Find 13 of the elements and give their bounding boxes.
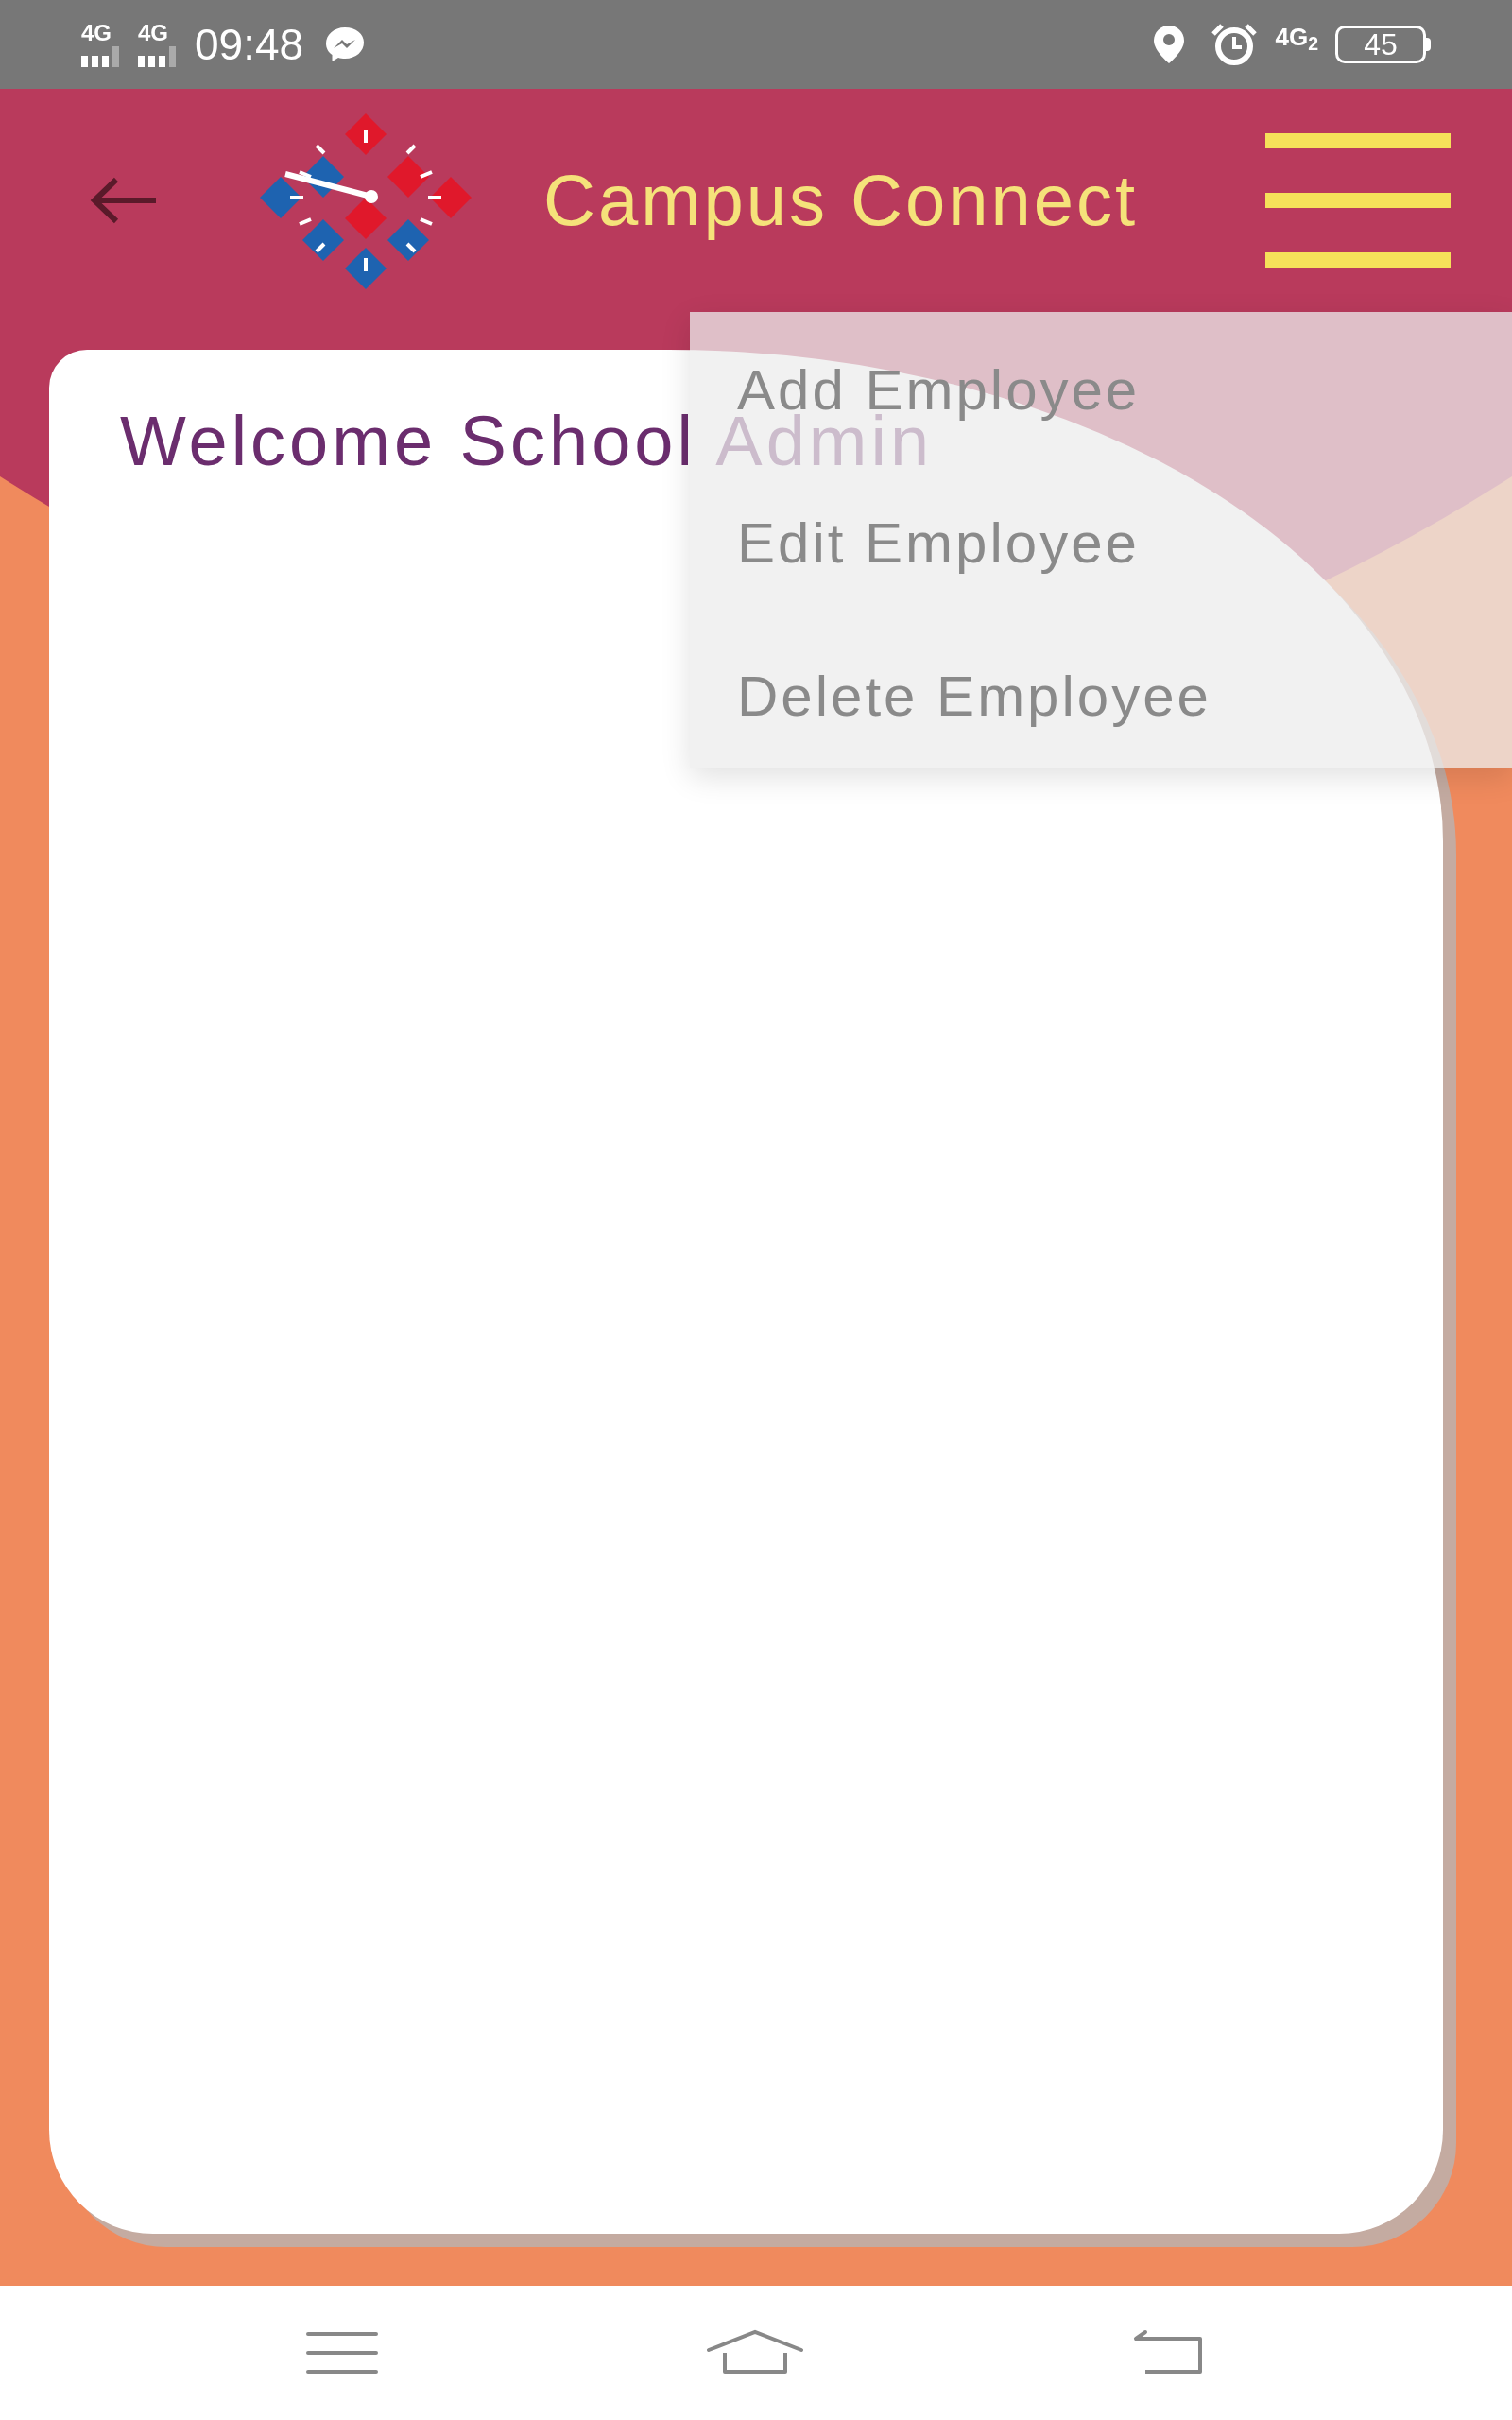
signal-indicator: 4G [81, 22, 119, 67]
menu-item[interactable]: Edit Employee [737, 513, 1140, 574]
location-icon [1152, 24, 1187, 65]
battery-indicator: 45 [1335, 26, 1431, 63]
menu-icon[interactable] [305, 2331, 378, 2375]
network-label: 4G$_{2}$ [1275, 25, 1318, 49]
signal-indicator: 4G [138, 22, 176, 67]
clock-time: 09:48 [195, 23, 304, 66]
messenger-icon [324, 26, 367, 63]
menu-item[interactable]: Delete Employee [737, 666, 1211, 727]
alarm-icon [1211, 23, 1259, 66]
back-arrow-icon[interactable] [90, 177, 158, 224]
home-icon[interactable] [706, 2329, 804, 2377]
